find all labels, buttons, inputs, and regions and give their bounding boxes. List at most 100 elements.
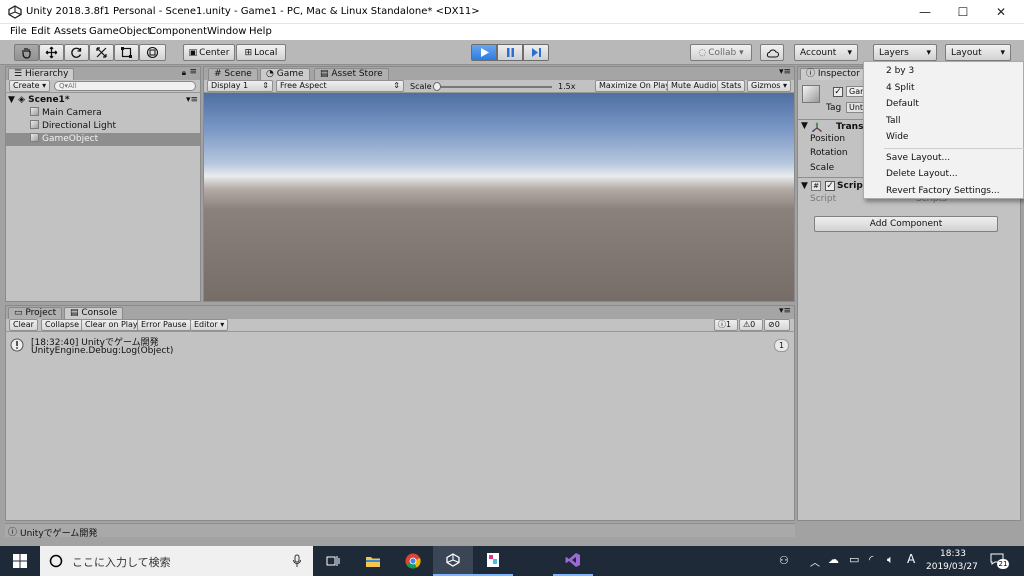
menu-assets[interactable]: Assets	[54, 26, 87, 37]
scene-menu-icon[interactable]: ▾≡	[186, 94, 198, 107]
aspect-dropdown[interactable]: Free Aspect ⇕	[276, 80, 404, 92]
layout-option-4-split[interactable]: 4 Split	[886, 83, 915, 93]
pivot-center-button[interactable]: ▣ Center	[183, 44, 235, 61]
layout-option-2-by-3[interactable]: 2 by 3	[886, 66, 914, 76]
unity-taskbar-button[interactable]	[433, 546, 473, 576]
script-component-header[interactable]: Scrip	[837, 181, 863, 191]
step-button[interactable]	[523, 44, 549, 61]
active-checkbox[interactable]: ✓	[833, 87, 843, 97]
people-icon[interactable]: ⚇	[779, 554, 789, 567]
menu-edit[interactable]: Edit	[31, 26, 50, 37]
display-dropdown[interactable]: Display 1 ⇕	[207, 80, 273, 92]
menu-window[interactable]: Window	[207, 26, 246, 37]
tab-hierarchy[interactable]: ☰ Hierarchy	[8, 68, 75, 80]
info-icon: ⓘ	[806, 69, 818, 79]
expand-arrow-icon[interactable]: ▼	[801, 181, 808, 191]
cloud-button[interactable]	[760, 44, 784, 61]
tab-inspector[interactable]: ⓘ Inspector	[800, 68, 866, 80]
console-error-pause-toggle[interactable]: Error Pause	[137, 319, 191, 331]
menu-help[interactable]: Help	[249, 26, 272, 37]
console-editor-dropdown[interactable]: Editor ▾	[190, 319, 229, 331]
panel-menu-icon[interactable]: ▾≡	[779, 67, 791, 77]
chrome-button[interactable]	[393, 546, 433, 576]
maximize-button[interactable]: ☐	[944, 0, 982, 24]
close-button[interactable]: ✕	[982, 0, 1020, 24]
file-explorer-button[interactable]	[353, 546, 393, 576]
lock-icon[interactable]: 🔒︎	[182, 68, 186, 78]
transform-header[interactable]: Trans	[836, 122, 863, 132]
taskbar-search-box[interactable]: ここに入力して検索	[40, 546, 313, 576]
volume-icon[interactable]: 🔈︎	[887, 553, 894, 567]
account-dropdown[interactable]: Account ▾	[794, 44, 858, 61]
mute-audio-toggle[interactable]: Mute Audio	[667, 80, 721, 92]
menu-gameobject[interactable]: GameObject	[89, 26, 151, 37]
tab-asset-store[interactable]: ▤ Asset Store	[314, 68, 389, 80]
hierarchy-search-input[interactable]: Q▾All	[54, 81, 196, 91]
rect-tool-button[interactable]	[114, 44, 139, 61]
hierarchy-item-gameobject[interactable]: GameObject	[6, 133, 200, 146]
layout-option-tall[interactable]: Tall	[886, 116, 901, 126]
console-collapse-toggle[interactable]: Collapse	[41, 319, 83, 331]
scale-slider-track[interactable]	[436, 86, 552, 88]
tray-expand-icon[interactable]: ︿	[810, 554, 820, 569]
pivot-local-button[interactable]: ⊞ Local	[236, 44, 286, 61]
clock-time[interactable]: 18:33	[940, 549, 966, 559]
expand-arrow-icon[interactable]: ▼	[801, 121, 808, 131]
layout-option-wide[interactable]: Wide	[886, 132, 908, 142]
status-message[interactable]: Unityでゲーム開発	[20, 526, 97, 539]
revert-factory-settings-item[interactable]: Revert Factory Settings...	[886, 186, 1000, 196]
panel-menu-icon[interactable]: ▾≡	[779, 306, 791, 316]
game-viewport[interactable]	[204, 93, 794, 301]
scale-tool-button[interactable]	[89, 44, 114, 61]
maximize-on-play-toggle[interactable]: Maximize On Play	[595, 80, 675, 92]
layout-label: Layout	[951, 47, 982, 58]
collab-button[interactable]: ◌ Collab ▾	[690, 44, 752, 61]
stats-toggle[interactable]: Stats	[717, 80, 746, 92]
minimize-button[interactable]: —	[906, 0, 944, 24]
move-tool-button[interactable]	[39, 44, 64, 61]
create-button[interactable]: Create ▾	[9, 80, 51, 92]
tab-game[interactable]: ◔ Game	[260, 68, 310, 80]
display-label: Display 1	[211, 81, 249, 90]
console-error-filter[interactable]: ⊘0	[764, 319, 790, 331]
hierarchy-item-directional-light[interactable]: Directional Light	[30, 120, 224, 133]
scale-slider-thumb[interactable]	[433, 82, 441, 91]
transform-tool-button[interactable]	[139, 44, 166, 61]
task-view-button[interactable]	[313, 546, 353, 576]
clock-date[interactable]: 2019/03/27	[926, 562, 978, 572]
hand-tool-button[interactable]	[14, 44, 39, 61]
ime-mode-indicator[interactable]: A	[907, 552, 915, 566]
tab-game-label: Game	[276, 69, 304, 79]
pause-button[interactable]	[497, 44, 523, 61]
start-button[interactable]	[0, 546, 40, 576]
tab-project[interactable]: ▭ Project	[8, 307, 63, 319]
gizmos-dropdown[interactable]: Gizmos ▾	[747, 80, 792, 92]
console-entry[interactable]: [18:32:40] Unityでゲーム開発 UnityEngine.Debug…	[6, 334, 794, 358]
script-enabled-checkbox[interactable]: ✓	[825, 181, 835, 191]
scene-row[interactable]: ▼ ◈ Scene1* ▾≡	[8, 94, 202, 107]
play-button[interactable]	[471, 44, 497, 61]
menu-component[interactable]: Component	[149, 26, 207, 37]
tab-scene[interactable]: # Scene	[208, 68, 258, 80]
visual-studio-button[interactable]	[553, 546, 593, 576]
layers-dropdown[interactable]: Layers ▾	[873, 44, 937, 61]
panel-menu-icon[interactable]: ≡	[189, 67, 197, 77]
save-layout-item[interactable]: Save Layout...	[886, 153, 950, 163]
layout-dropdown[interactable]: Layout ▾	[945, 44, 1011, 61]
hierarchy-item-main-camera[interactable]: Main Camera	[30, 107, 224, 120]
wifi-icon[interactable]: ◜	[869, 553, 873, 566]
layout-option-default[interactable]: Default	[886, 99, 919, 109]
battery-icon[interactable]: ▭	[849, 553, 859, 566]
console-warning-filter[interactable]: ⚠0	[739, 319, 763, 331]
action-center-button[interactable]: 21	[990, 553, 1009, 569]
console-log-filter[interactable]: ⓘ1	[714, 319, 738, 331]
onedrive-icon[interactable]: ☁	[828, 553, 839, 566]
add-component-button[interactable]: Add Component	[814, 216, 998, 232]
delete-layout-item[interactable]: Delete Layout...	[886, 169, 958, 179]
console-clear-on-play-toggle[interactable]: Clear on Play	[81, 319, 142, 331]
console-clear-button[interactable]: Clear	[9, 319, 38, 331]
tab-console[interactable]: ▤ Console	[64, 307, 124, 319]
rotate-tool-button[interactable]	[64, 44, 89, 61]
menu-file[interactable]: File	[10, 26, 27, 37]
paint-app-button[interactable]	[473, 546, 513, 576]
